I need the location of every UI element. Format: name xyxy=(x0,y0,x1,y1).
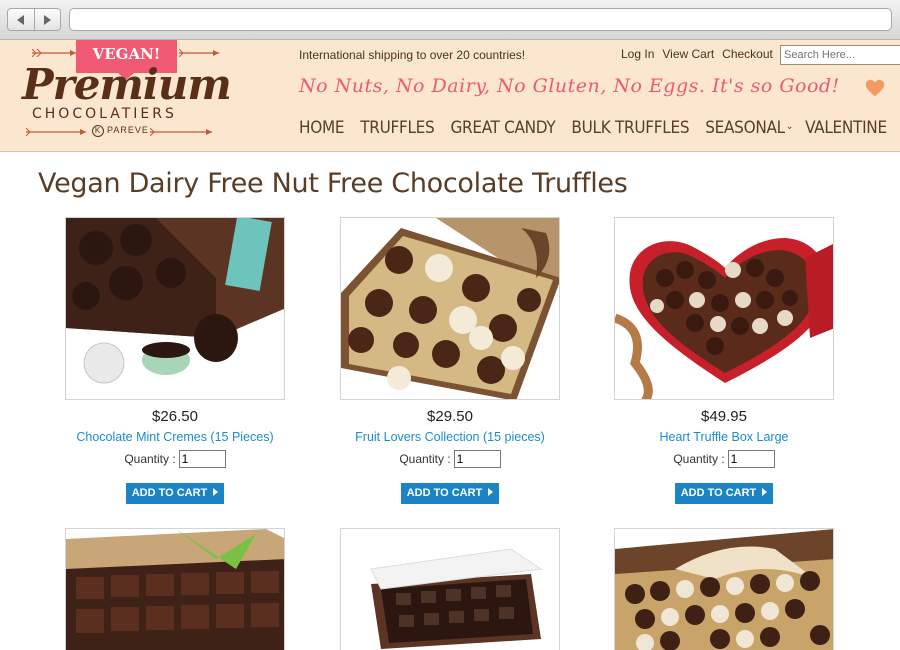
product-card: $26.50 Chocolate Mint Cremes (15 Pieces)… xyxy=(65,217,285,504)
mint-cremes-photo xyxy=(66,218,284,399)
caret-right-icon xyxy=(488,488,494,497)
main-navigation: HOME TRUFFLES GREAT CANDY BULK TRUFFLES … xyxy=(299,118,900,138)
add-to-cart-button[interactable]: ADD TO CART xyxy=(401,483,499,504)
product-price: $29.50 xyxy=(427,408,473,425)
quantity-row: Quantity : xyxy=(65,450,285,468)
arrow-decoration-icon xyxy=(179,49,219,57)
chocolate-box-photo xyxy=(615,529,833,650)
site-header: VEGAN! Premium CHOCOLATIERS K PAREVE Inte… xyxy=(0,40,900,152)
web-page: VEGAN! Premium CHOCOLATIERS K PAREVE Inte… xyxy=(0,40,900,650)
nav-great-candy[interactable]: GREAT CANDY xyxy=(450,118,555,138)
arrow-decoration-icon xyxy=(32,49,76,57)
nav-bulk-truffles[interactable]: BULK TRUFFLES xyxy=(571,118,689,138)
checkout-link[interactable]: Checkout xyxy=(722,47,773,61)
product-image[interactable] xyxy=(340,528,560,650)
add-to-cart-label: ADD TO CART xyxy=(131,487,208,499)
add-to-cart-label: ADD TO CART xyxy=(406,487,483,499)
product-name-link[interactable]: Chocolate Mint Cremes (15 Pieces) xyxy=(65,430,285,444)
back-arrow-icon xyxy=(16,14,24,25)
quantity-input[interactable] xyxy=(178,450,226,468)
heart-box-photo xyxy=(615,218,833,399)
pareve-mark: K PAREVE xyxy=(92,125,149,137)
add-to-cart-label: ADD TO CART xyxy=(680,487,757,499)
tagline: No Nuts, No Dairy, No Gluten, No Eggs. I… xyxy=(299,75,840,97)
quantity-row: Quantity : xyxy=(340,450,560,468)
browser-toolbar xyxy=(0,0,900,40)
site-logo[interactable]: VEGAN! Premium CHOCOLATIERS K PAREVE xyxy=(22,40,232,140)
nav-truffles[interactable]: TRUFFLES xyxy=(360,118,435,138)
product-price: $26.50 xyxy=(152,408,198,425)
nav-home[interactable]: HOME xyxy=(299,118,345,138)
product-image[interactable] xyxy=(65,217,285,400)
kosher-icon: K xyxy=(92,125,104,137)
product-image[interactable] xyxy=(65,528,285,650)
forward-arrow-icon xyxy=(44,14,52,25)
nav-valentine[interactable]: VALENTINE xyxy=(805,118,887,138)
caret-right-icon xyxy=(762,488,768,497)
nav-seasonal-label: SEASONAL xyxy=(705,118,785,138)
add-to-cart-button[interactable]: ADD TO CART xyxy=(126,483,224,504)
address-bar[interactable] xyxy=(69,8,892,31)
heart-icon xyxy=(865,79,885,97)
fruit-lovers-photo xyxy=(341,218,559,399)
search-input[interactable] xyxy=(780,45,900,65)
quantity-input[interactable] xyxy=(727,450,775,468)
arrow-decoration-icon xyxy=(150,128,212,136)
quantity-row: Quantity : xyxy=(614,450,834,468)
product-image[interactable] xyxy=(614,528,834,650)
history-nav xyxy=(7,8,61,31)
product-name-link[interactable]: Heart Truffle Box Large xyxy=(614,430,834,444)
chocolate-box-photo xyxy=(66,529,284,650)
add-to-cart-button[interactable]: ADD TO CART xyxy=(675,483,773,504)
quantity-label: Quantity : xyxy=(124,452,176,466)
logo-wordmark: Premium xyxy=(22,60,232,109)
product-name-link[interactable]: Fruit Lovers Collection (15 pieces) xyxy=(340,430,560,444)
view-cart-link[interactable]: View Cart xyxy=(662,47,714,61)
shipping-notice: International shipping to over 20 countr… xyxy=(299,48,526,62)
page-title: Vegan Dairy Free Nut Free Chocolate Truf… xyxy=(38,168,628,199)
product-price: $49.95 xyxy=(701,408,747,425)
back-button[interactable] xyxy=(8,9,34,30)
login-link[interactable]: Log In xyxy=(621,47,654,61)
nav-seasonal[interactable]: SEASONAL⌄ xyxy=(705,118,793,138)
chevron-down-icon: ⌄ xyxy=(785,121,794,132)
chocolate-box-photo xyxy=(341,529,559,650)
account-links: Log In View Cart Checkout xyxy=(621,47,773,61)
product-card: $49.95 Heart Truffle Box Large Quantity … xyxy=(614,217,834,504)
quantity-input[interactable] xyxy=(453,450,501,468)
product-image[interactable] xyxy=(614,217,834,400)
caret-right-icon xyxy=(213,488,219,497)
logo-subtitle: CHOCOLATIERS xyxy=(32,106,177,122)
arrow-decoration-icon xyxy=(26,128,86,136)
product-image[interactable] xyxy=(340,217,560,400)
forward-button[interactable] xyxy=(33,9,61,30)
quantity-label: Quantity : xyxy=(399,452,451,466)
product-card: $29.50 Fruit Lovers Collection (15 piece… xyxy=(340,217,560,504)
quantity-label: Quantity : xyxy=(673,452,725,466)
